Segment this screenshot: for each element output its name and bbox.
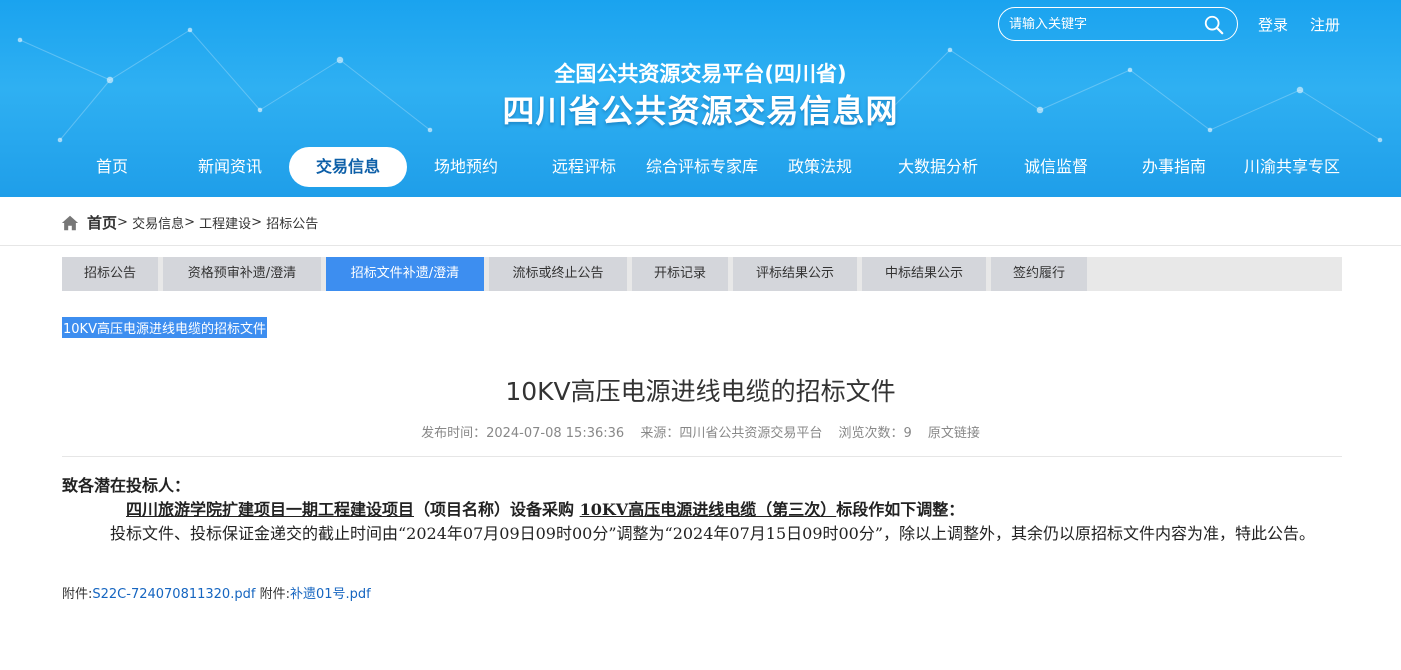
breadcrumb: 首页 > 交易信息 > 工程建设 > 招标公告 xyxy=(61,212,318,233)
view-count: 浏览次数：9 xyxy=(838,426,912,441)
tab-bid-doc-addendum[interactable]: 招标文件补遗/澄清 xyxy=(326,257,484,291)
nav-item-big-data[interactable]: 大数据分析 xyxy=(879,147,997,187)
breadcrumb-separator: > xyxy=(117,215,128,230)
tab-failed-terminated[interactable]: 流标或终止公告 xyxy=(489,257,627,291)
tab-bid-notice[interactable]: 招标公告 xyxy=(62,257,158,291)
nav-item-news[interactable]: 新闻资讯 xyxy=(171,147,289,187)
attachments: 附件:S22C-724070811320.pdf 附件:补遗01号.pdf xyxy=(62,583,371,602)
tab-award-result[interactable]: 中标结果公示 xyxy=(862,257,986,291)
breadcrumb-separator: > xyxy=(251,215,263,230)
attachment-label: 附件: xyxy=(62,587,93,602)
register-link[interactable]: 注册 xyxy=(1310,14,1340,35)
article-source: 来源：四川省公共资源交易平台 xyxy=(640,426,823,441)
tab-contract[interactable]: 签约履行 xyxy=(991,257,1087,291)
breadcrumb-bid-notice[interactable]: 招标公告 xyxy=(266,213,318,232)
publish-time: 发布时间：2024-07-08 15:36:36 xyxy=(421,426,625,441)
nav-item-venue-booking[interactable]: 场地预约 xyxy=(407,147,525,187)
section-name: 10KV高压电源进线电缆（第三次） xyxy=(579,500,837,519)
login-link[interactable]: 登录 xyxy=(1258,14,1288,35)
home-icon xyxy=(61,215,79,230)
nav-item-policy[interactable]: 政策法规 xyxy=(761,147,879,187)
attachment-label: 附件: xyxy=(259,587,290,602)
nav-item-home[interactable]: 首页 xyxy=(53,147,171,187)
breadcrumb-home[interactable]: 首页 xyxy=(87,212,117,233)
greeting: 致各潜在投标人： xyxy=(62,476,191,495)
nav-item-chuanyu[interactable]: 川渝共享专区 xyxy=(1233,147,1351,187)
article-meta: 发布时间：2024-07-08 15:36:36 来源：四川省公共资源交易平台 … xyxy=(0,422,1401,441)
tab-prequal-addendum[interactable]: 资格预审补遗/澄清 xyxy=(163,257,321,291)
attachment-link[interactable]: S22C-724070811320.pdf xyxy=(92,587,255,602)
breadcrumb-separator: > xyxy=(184,215,195,230)
attachment-link[interactable]: 补遗01号.pdf xyxy=(290,587,371,602)
search-icon[interactable] xyxy=(1203,14,1225,36)
nav-item-credit[interactable]: 诚信监督 xyxy=(997,147,1115,187)
tab-evaluation-result[interactable]: 评标结果公示 xyxy=(733,257,857,291)
nav-item-expert-library[interactable]: 综合评标专家库 xyxy=(643,147,761,187)
adjustment-mid: （项目名称）设备采购 xyxy=(414,500,575,519)
adjustment-paragraph: 投标文件、投标保证金递交的截止时间由“2024年07月09日09时00分”调整为… xyxy=(110,524,1316,543)
search-box[interactable] xyxy=(998,7,1238,41)
adjustment-line: 四川旅游学院扩建项目一期工程建设项目（项目名称）设备采购 10KV高压电源进线电… xyxy=(62,498,1342,522)
nav-item-trade-info[interactable]: 交易信息 xyxy=(289,147,407,187)
site-name: 四川省公共资源交易信息网 xyxy=(502,92,899,130)
tab-opening-record[interactable]: 开标记录 xyxy=(632,257,728,291)
breadcrumb-bar: 首页 > 交易信息 > 工程建设 > 招标公告 xyxy=(0,197,1401,246)
adjustment-end: 标段作如下调整： xyxy=(836,500,965,519)
category-tabs: 招标公告 资格预审补遗/澄清 招标文件补遗/澄清 流标或终止公告 开标记录 评标… xyxy=(62,257,1342,291)
breadcrumb-trade-info[interactable]: 交易信息 xyxy=(132,213,184,232)
article-title: 10KV高压电源进线电缆的招标文件 xyxy=(505,377,896,406)
article-body: 致各潜在投标人： 四川旅游学院扩建项目一期工程建设项目（项目名称）设备采购 10… xyxy=(62,474,1342,546)
search-input[interactable] xyxy=(1009,16,1199,32)
breadcrumb-engineering[interactable]: 工程建设 xyxy=(199,213,251,232)
site-header: 登录 注册 全国公共资源交易平台(四川省) 四川省公共资源交易信息网 首页 新闻… xyxy=(0,0,1401,197)
nav-item-remote-evaluation[interactable]: 远程评标 xyxy=(525,147,643,187)
nav-item-guide[interactable]: 办事指南 xyxy=(1115,147,1233,187)
original-link[interactable]: 原文链接 xyxy=(928,426,980,441)
platform-name: 全国公共资源交易平台(四川省) xyxy=(554,62,847,86)
selected-article-title: 10KV高压电源进线电缆的招标文件 xyxy=(62,317,267,338)
project-name: 四川旅游学院扩建项目一期工程建设项目 xyxy=(126,500,415,519)
divider xyxy=(62,456,1342,457)
